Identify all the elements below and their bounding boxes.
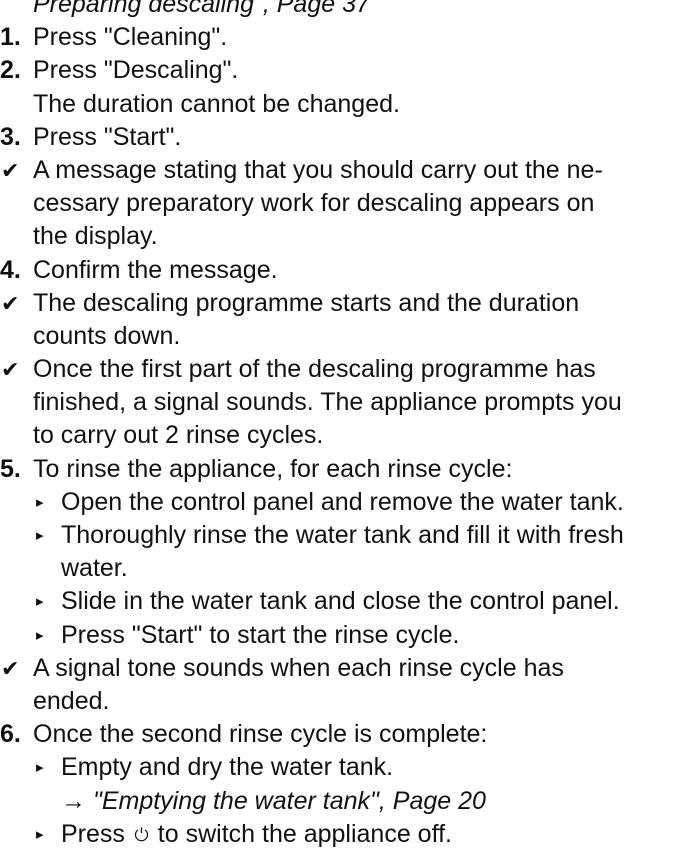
result-4-cont: ended. — [0, 685, 700, 718]
cross-reference-link[interactable]: → "Emptying the water tank", Page 20 — [61, 785, 486, 818]
substep-text: Slide in the water tank and close the co… — [61, 587, 620, 616]
substep-text: Thoroughly rinse the water tank and fill… — [61, 521, 624, 549]
power-icon — [134, 827, 148, 841]
result-1: ✔ A message stating that you should carr… — [0, 154, 700, 187]
cut-off-line: Preparing descaling", Page 37 — [0, 0, 700, 21]
result-1-cont: the display. — [0, 220, 700, 253]
triangle-bullet-icon: ▸ — [36, 626, 44, 644]
substep-text: Empty and dry the water tank. — [61, 753, 394, 782]
result-text: to carry out 2 rinse cycles. — [33, 421, 324, 450]
substep-cont: water. — [0, 552, 700, 585]
substep: ▸ Press "Start" to start the rinse cycle… — [0, 619, 700, 652]
result-text: A signal tone sounds when each rinse cyc… — [33, 653, 564, 682]
step-note-text: The duration cannot be changed. — [33, 89, 400, 118]
step-text: Press "Cleaning". — [33, 23, 228, 52]
substep-text-before: Press — [61, 819, 132, 848]
result-text: the display. — [33, 222, 158, 251]
manual-page: Preparing descaling", Page 37 1. Press "… — [0, 0, 700, 851]
result-text: ended. — [33, 686, 110, 715]
triangle-bullet-icon: ▸ — [36, 825, 44, 843]
substep-text: Press to switch the appliance off. — [61, 818, 452, 851]
substep: ▸ Press to switch the appliance off. — [0, 818, 700, 851]
triangle-bullet-icon: ▸ — [36, 493, 44, 511]
result-text: finished, a signal sounds. The appliance… — [33, 388, 622, 417]
result-3-cont: finished, a signal sounds. The appliance… — [0, 386, 700, 419]
step-number: 1. — [0, 23, 21, 52]
substep: ▸ Thoroughly rinse the water tank and fi… — [0, 519, 700, 552]
step-2-note: The duration cannot be changed. — [0, 88, 700, 121]
result-3: ✔ Once the first part of the descaling p… — [0, 353, 700, 386]
step-6: 6. Once the second rinse cycle is comple… — [0, 718, 700, 751]
step-text: To rinse the appliance, for each rinse c… — [33, 454, 513, 483]
substep-text-after: to switch the appliance off. — [150, 819, 452, 848]
result-1-cont: cessary preparatory work for descaling a… — [0, 187, 700, 220]
result-text: counts down. — [33, 321, 181, 350]
triangle-bullet-icon: ▸ — [36, 527, 44, 544]
cross-reference: → "Emptying the water tank", Page 20 — [0, 785, 700, 818]
substep: ▸ Slide in the water tank and close the … — [0, 585, 700, 618]
substep-text: Open the control panel and remove the wa… — [61, 487, 624, 516]
step-number: 3. — [0, 122, 21, 151]
result-4: ✔ A signal tone sounds when each rinse c… — [0, 652, 700, 685]
check-icon: ✔ — [1, 655, 20, 681]
result-2: ✔ The descaling programme starts and the… — [0, 287, 700, 320]
step-number: 4. — [0, 255, 21, 284]
substep: ▸ Open the control panel and remove the … — [0, 486, 700, 519]
step-5: 5. To rinse the appliance, for each rins… — [0, 453, 700, 486]
cut-off-text: Preparing descaling", Page 37 — [33, 0, 370, 18]
substep: ▸ Empty and dry the water tank. — [0, 751, 700, 784]
result-text: cessary preparatory work for descaling a… — [33, 189, 595, 218]
step-1: 1. Press "Cleaning". — [0, 21, 700, 54]
step-text: Once the second rinse cycle is complete: — [33, 720, 488, 749]
result-text: Once the first part of the descaling pro… — [33, 355, 596, 384]
check-icon: ✔ — [1, 290, 20, 316]
triangle-bullet-icon: ▸ — [36, 759, 44, 777]
step-4: 4. Confirm the message. — [0, 254, 700, 287]
step-3: 3. Press "Start". — [0, 121, 700, 154]
check-icon: ✔ — [1, 357, 20, 383]
triangle-bullet-icon: ▸ — [36, 593, 44, 611]
step-text: Press "Start". — [33, 122, 182, 151]
substep-text: Press "Start" to start the rinse cycle. — [61, 620, 460, 649]
step-number: 2. — [0, 56, 21, 85]
step-text: Press "Descaling". — [33, 56, 239, 85]
step-text: Confirm the message. — [33, 255, 278, 284]
substep-text: water. — [61, 554, 128, 583]
result-3-cont: to carry out 2 rinse cycles. — [0, 419, 700, 452]
step-number: 6. — [0, 720, 21, 749]
step-2: 2. Press "Descaling". — [0, 54, 700, 87]
step-number: 5. — [0, 454, 21, 483]
result-text: A message stating that you should carry … — [33, 155, 603, 184]
result-2-cont: counts down. — [0, 320, 700, 353]
check-icon: ✔ — [1, 157, 20, 183]
result-text: The descaling programme starts and the d… — [33, 288, 580, 317]
